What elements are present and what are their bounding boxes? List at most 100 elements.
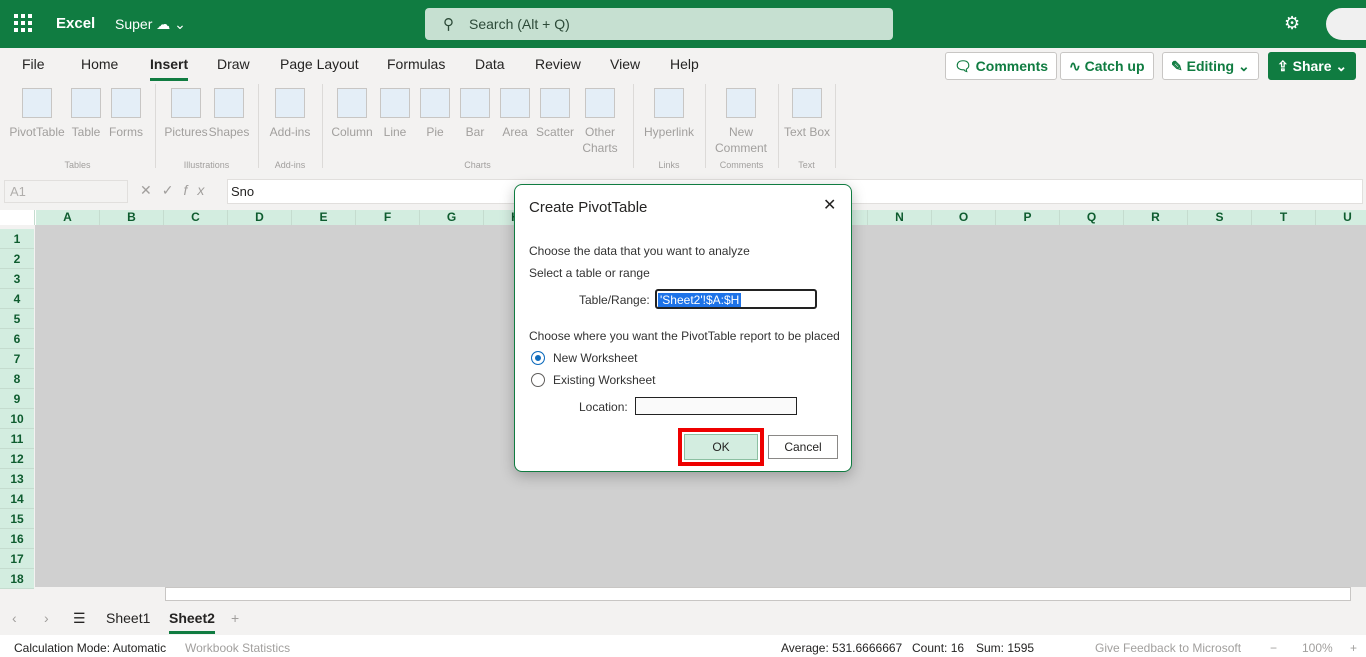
row-header-6[interactable]: 6 (0, 329, 34, 349)
column-header-S[interactable]: S (1188, 210, 1252, 225)
calc-mode[interactable]: Calculation Mode: Automatic (14, 641, 166, 655)
cancel-button[interactable]: Cancel (768, 435, 838, 459)
row-header-4[interactable]: 4 (0, 289, 34, 309)
cancel-icon[interactable]: ✕ (140, 182, 162, 198)
row-header-8[interactable]: 8 (0, 369, 34, 389)
column-header-Q[interactable]: Q (1060, 210, 1124, 225)
sheet-tab-sheet2[interactable]: Sheet2 (169, 610, 215, 634)
row-header-17[interactable]: 17 (0, 549, 34, 569)
ribbon-shapes-button[interactable]: Shapes (199, 88, 259, 140)
search-box[interactable]: ⚲ Search (Alt + Q) (425, 8, 893, 40)
column-header-N[interactable]: N (868, 210, 932, 225)
row-header-10[interactable]: 10 (0, 409, 34, 429)
ribbon-text-box-button[interactable]: Text Box (777, 88, 837, 140)
zoom-level[interactable]: 100% (1302, 641, 1333, 655)
tab-view[interactable]: View (610, 56, 640, 72)
avatar[interactable] (1326, 8, 1366, 40)
row-header-16[interactable]: 16 (0, 529, 34, 549)
row-header-2[interactable]: 2 (0, 249, 34, 269)
feedback-link[interactable]: Give Feedback to Microsoft (1095, 641, 1241, 655)
row-header-5[interactable]: 5 (0, 309, 34, 329)
row-header-11[interactable]: 11 (0, 429, 34, 449)
ribbon-new-comment-button[interactable]: New Comment (711, 88, 771, 156)
workbook-stats[interactable]: Workbook Statistics (185, 641, 290, 655)
column-header-P[interactable]: P (996, 210, 1060, 225)
row-header-3[interactable]: 3 (0, 269, 34, 289)
ribbon-button-label: New Comment (715, 125, 768, 155)
row-header-18[interactable]: 18 (0, 569, 34, 589)
location-input[interactable] (635, 397, 797, 415)
select-all-corner[interactable] (0, 210, 35, 225)
zoom-in-icon[interactable]: + (1350, 641, 1357, 655)
column-header-F[interactable]: F (356, 210, 420, 225)
document-name[interactable]: Super ☁ ⌄ (115, 16, 186, 33)
check-icon[interactable]: ✓ (162, 182, 184, 198)
tab-draw[interactable]: Draw (217, 56, 250, 72)
column-header-D[interactable]: D (228, 210, 292, 225)
title-bar: Excel Super ☁ ⌄ ⚲ Search (Alt + Q) ⚙ (0, 0, 1366, 48)
tab-review[interactable]: Review (535, 56, 581, 72)
horizontal-scrollbar[interactable] (165, 587, 1351, 601)
app-launcher-icon[interactable] (14, 14, 32, 32)
tab-formulas[interactable]: Formulas (387, 56, 445, 72)
new-worksheet-label[interactable]: New Worksheet (553, 351, 637, 365)
column-header-A[interactable]: A (36, 210, 100, 225)
ok-button[interactable]: OK (684, 434, 758, 460)
app-name[interactable]: Excel (56, 15, 95, 32)
column-header-E[interactable]: E (292, 210, 356, 225)
row-header-13[interactable]: 13 (0, 469, 34, 489)
name-box[interactable]: A1 (4, 180, 128, 203)
ribbon-button-label: Shapes (208, 125, 250, 139)
pictures-icon (171, 88, 201, 118)
tab-home[interactable]: Home (81, 56, 118, 72)
forms-icon (111, 88, 141, 118)
sheet-tab-bar: ‹ › ☰ Sheet1 Sheet2 + (0, 603, 1366, 634)
comments-button[interactable]: 🗨 Comments (945, 52, 1058, 80)
row-header-7[interactable]: 7 (0, 349, 34, 369)
close-icon[interactable]: ✕ (823, 195, 836, 215)
group-separator (633, 84, 634, 168)
column-header-C[interactable]: C (164, 210, 228, 225)
tab-data[interactable]: Data (475, 56, 505, 72)
zoom-out-icon[interactable]: − (1270, 641, 1277, 655)
shapes-icon (214, 88, 244, 118)
row-header-12[interactable]: 12 (0, 449, 34, 469)
ribbon-hyperlink-button[interactable]: Hyperlink (639, 88, 699, 140)
tab-insert[interactable]: Insert (150, 56, 189, 81)
prev-sheet-icon[interactable]: ‹ (12, 610, 17, 626)
fx-icon[interactable]: fx (183, 182, 214, 198)
group-separator (778, 84, 779, 168)
row-header-1[interactable]: 1 (0, 229, 34, 249)
next-sheet-icon[interactable]: › (44, 610, 49, 626)
ribbon-forms-button[interactable]: Forms (96, 88, 156, 140)
column-header-B[interactable]: B (100, 210, 164, 225)
add-sheet-icon[interactable]: + (231, 610, 239, 626)
catch-up-button[interactable]: ∿ Catch up (1060, 52, 1154, 80)
share-label: Share (1292, 58, 1332, 74)
share-button[interactable]: ⇪ Share ⌄ (1268, 52, 1357, 80)
ribbon-button-label: Forms (109, 125, 143, 139)
row-header-9[interactable]: 9 (0, 389, 34, 409)
add-ins-icon (275, 88, 305, 118)
ribbon-add-ins-button[interactable]: Add-ins (260, 88, 320, 140)
column-header-T[interactable]: T (1252, 210, 1316, 225)
row-header-15[interactable]: 15 (0, 509, 34, 529)
column-header-G[interactable]: G (420, 210, 484, 225)
table-range-input[interactable]: 'Sheet2'!$A:$H (655, 289, 817, 309)
tab-file[interactable]: File (22, 56, 45, 72)
column-header-R[interactable]: R (1124, 210, 1188, 225)
column-header-U[interactable]: U (1316, 210, 1366, 225)
existing-worksheet-label[interactable]: Existing Worksheet (553, 373, 656, 387)
tab-page-layout[interactable]: Page Layout (280, 56, 359, 72)
tab-help[interactable]: Help (670, 56, 699, 72)
column-header-O[interactable]: O (932, 210, 996, 225)
sheet-tab-sheet1[interactable]: Sheet1 (106, 610, 150, 626)
existing-worksheet-radio[interactable] (531, 373, 545, 387)
all-sheets-icon[interactable]: ☰ (73, 610, 86, 627)
choose-data-label: Choose the data that you want to analyze (529, 244, 750, 258)
row-header-14[interactable]: 14 (0, 489, 34, 509)
editing-button[interactable]: ✎ Editing ⌄ (1162, 52, 1259, 80)
new-worksheet-radio[interactable] (531, 351, 545, 365)
ribbon-other-charts-button[interactable]: Other Charts (570, 88, 630, 156)
gear-icon[interactable]: ⚙ (1284, 13, 1300, 34)
